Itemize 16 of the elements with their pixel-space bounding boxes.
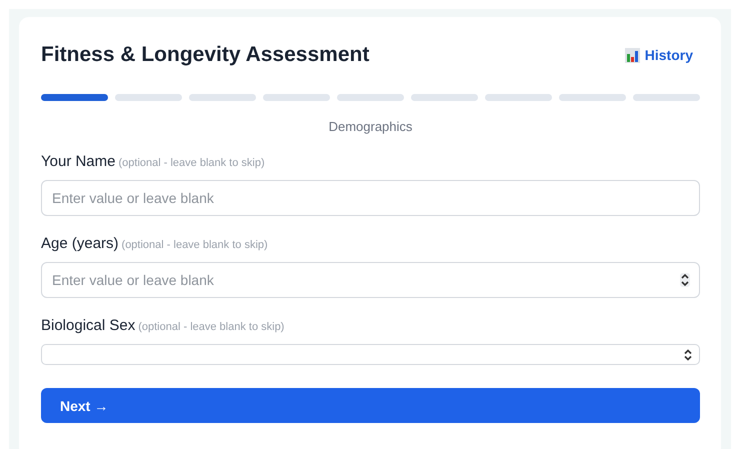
field-hint: (optional - leave blank to skip) [118, 157, 265, 169]
spinner-icon[interactable] [680, 273, 690, 287]
step-title: Demographics [328, 119, 414, 134]
field-label: Your Name [41, 153, 116, 170]
field-hint: (optional - leave blank to skip) [138, 321, 284, 333]
bar-chart-icon [624, 48, 640, 62]
field-label: Biological Sex [41, 317, 136, 334]
chevron-icon [683, 348, 693, 360]
history-link[interactable]: History [624, 47, 693, 63]
next-button[interactable]: Next → [41, 388, 700, 423]
page-title: Fitness & Longevity Assessment [41, 43, 370, 67]
input-field[interactable]: Enter value or leave blank [41, 180, 700, 216]
number-field[interactable]: Enter value or leave blank [41, 262, 700, 298]
field-label: Age (years) [41, 235, 119, 252]
field-hint: (optional - leave blank to skip) [122, 239, 268, 251]
select-field[interactable] [41, 344, 700, 365]
